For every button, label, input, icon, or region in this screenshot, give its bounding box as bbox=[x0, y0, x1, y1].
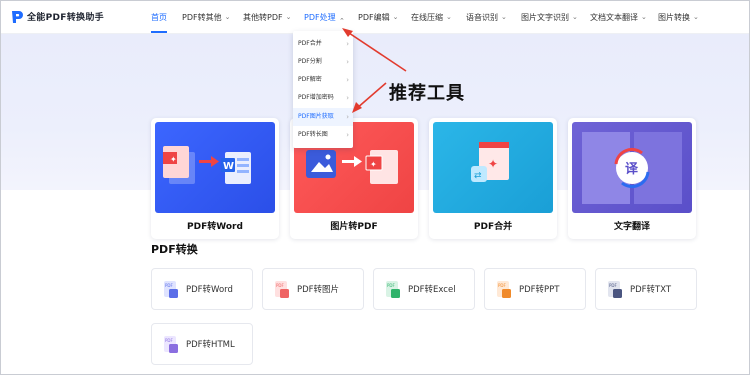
nav-label: 文档文本翻译 bbox=[590, 13, 638, 22]
ppt-file-icon: PDF bbox=[497, 281, 511, 298]
hero-title: 推荐工具 bbox=[389, 83, 465, 104]
text-translate-illustration: 译 bbox=[572, 122, 692, 213]
html-file-icon: PDF bbox=[164, 336, 178, 353]
chevron-right-icon: › bbox=[346, 113, 349, 121]
pdf-merge-illustration: ✦ ⇄ bbox=[433, 122, 553, 213]
nav-image-convert[interactable]: 图片转换 ⌄ bbox=[658, 12, 699, 23]
tool-pdf-to-excel[interactable]: PDF PDF转Excel bbox=[373, 268, 475, 310]
tool-label: PDF转Word bbox=[186, 285, 233, 295]
menu-item-label: PDF图片获取 bbox=[298, 113, 334, 120]
chevron-down-icon: ⌄ bbox=[641, 13, 647, 21]
menu-item-label: PDF合并 bbox=[298, 40, 322, 47]
active-tab-indicator bbox=[151, 31, 167, 33]
nav-online-compress[interactable]: 在线压缩 ⌄ bbox=[411, 12, 452, 23]
txt-file-icon: PDF bbox=[608, 281, 622, 298]
top-navigation-bar: 全能PDF转换助手 首页 PDF转其他 ⌄ 其他转PDF ⌄ PDF处理 ⌄ PDF编… bbox=[1, 1, 749, 34]
chevron-right-icon: › bbox=[346, 58, 349, 66]
card-pdf-to-word[interactable]: ✦ W PDF转Word bbox=[151, 118, 279, 239]
nav-image-ocr[interactable]: 图片文字识别 ⌄ bbox=[521, 12, 578, 23]
svg-text:PDF: PDF bbox=[387, 283, 395, 288]
card-label: 图片转PDF bbox=[330, 222, 378, 232]
nav-pdf-to-other[interactable]: PDF转其他 ⌄ bbox=[182, 12, 230, 23]
chevron-down-icon: ⌄ bbox=[501, 13, 507, 21]
svg-text:PDF: PDF bbox=[165, 283, 173, 288]
tool-label: PDF转TXT bbox=[630, 285, 672, 295]
nav-label: 图片转换 bbox=[658, 13, 690, 22]
logo-icon[interactable] bbox=[10, 10, 24, 24]
section-title: PDF转换 bbox=[151, 243, 198, 256]
menu-item-pdf-extract-images[interactable]: PDF图片获取 › bbox=[293, 108, 353, 126]
chevron-down-icon: ⌄ bbox=[224, 13, 231, 21]
chevron-right-icon: › bbox=[346, 76, 349, 84]
tool-pdf-to-image[interactable]: PDF PDF转图片 bbox=[262, 268, 364, 310]
chevron-right-icon: › bbox=[346, 40, 349, 48]
image-file-icon: PDF bbox=[275, 281, 289, 298]
nav-pdf-edit[interactable]: PDF编辑 ⌄ bbox=[358, 12, 398, 23]
app-window: 全能PDF转换助手 首页 PDF转其他 ⌄ 其他转PDF ⌄ PDF处理 ⌄ PDF编… bbox=[0, 0, 750, 375]
nav-label: 其他转PDF bbox=[243, 13, 283, 22]
menu-item-pdf-to-long-image[interactable]: PDF转长图 › bbox=[293, 126, 353, 144]
tool-label: PDF转图片 bbox=[297, 285, 340, 295]
chevron-down-icon: ⌄ bbox=[693, 13, 699, 21]
tool-label: PDF转PPT bbox=[519, 285, 560, 295]
translate-glyph: 译 bbox=[625, 162, 639, 177]
svg-text:✦: ✦ bbox=[488, 157, 498, 171]
nav-label: 首页 bbox=[151, 13, 167, 22]
menu-item-label: PDF增加密码 bbox=[298, 94, 334, 101]
svg-text:⇄: ⇄ bbox=[474, 171, 482, 181]
svg-text:PDF: PDF bbox=[276, 283, 284, 288]
card-label: 文字翻译 bbox=[613, 222, 650, 232]
nav-pdf-processing[interactable]: PDF处理 ⌄ bbox=[304, 12, 345, 24]
menu-item-pdf-decrypt[interactable]: PDF解密 › bbox=[293, 71, 353, 89]
svg-text:✦: ✦ bbox=[370, 160, 377, 169]
tool-pdf-to-word[interactable]: PDF PDF转Word bbox=[151, 268, 253, 310]
menu-item-pdf-merge[interactable]: PDF合并 › bbox=[293, 35, 353, 53]
chevron-down-icon: ⌄ bbox=[392, 13, 399, 21]
chevron-down-icon: ⌄ bbox=[285, 13, 292, 21]
svg-text:PDF: PDF bbox=[498, 283, 506, 288]
svg-text:W: W bbox=[223, 161, 234, 172]
nav-label: PDF编辑 bbox=[358, 13, 390, 22]
card-pdf-merge[interactable]: ✦ ⇄ PDF合并 bbox=[429, 118, 557, 239]
nav-label: 在线压缩 bbox=[411, 13, 443, 22]
card-label: PDF合并 bbox=[473, 222, 513, 232]
card-text-translate[interactable]: 译 文字翻译 bbox=[568, 118, 696, 239]
brand-name[interactable]: 全能PDF转换助手 bbox=[27, 10, 104, 23]
tool-pdf-to-ppt[interactable]: PDF PDF转PPT bbox=[484, 268, 586, 310]
chevron-right-icon: › bbox=[346, 94, 349, 102]
tool-label: PDF转Excel bbox=[408, 285, 456, 295]
tool-label: PDF转HTML bbox=[186, 340, 235, 350]
nav-other-to-pdf[interactable]: 其他转PDF ⌄ bbox=[243, 12, 291, 23]
nav-label: 图片文字识别 bbox=[521, 13, 569, 22]
menu-item-pdf-split[interactable]: PDF分割 › bbox=[293, 53, 353, 71]
chevron-down-icon: ⌄ bbox=[446, 13, 452, 21]
word-file-icon: PDF bbox=[164, 281, 178, 298]
menu-item-label: PDF转长图 bbox=[298, 131, 328, 138]
nav-home[interactable]: 首页 bbox=[151, 12, 167, 23]
menu-item-label: PDF解密 bbox=[298, 76, 322, 83]
tool-pdf-to-html[interactable]: PDF PDF转HTML bbox=[151, 323, 253, 365]
pdf-to-word-illustration: ✦ W bbox=[155, 122, 275, 213]
chevron-right-icon: › bbox=[346, 131, 349, 139]
nav-label: PDF处理 bbox=[304, 13, 336, 22]
menu-item-pdf-add-password[interactable]: PDF增加密码 › bbox=[293, 89, 353, 107]
tool-pdf-to-txt[interactable]: PDF PDF转TXT bbox=[595, 268, 697, 310]
card-label: PDF转Word bbox=[187, 222, 243, 232]
menu-item-label: PDF分割 bbox=[298, 58, 322, 65]
chevron-up-icon: ⌄ bbox=[338, 16, 345, 24]
chevron-down-icon: ⌄ bbox=[572, 13, 578, 21]
nav-speech-recognition[interactable]: 语音识别 ⌄ bbox=[466, 12, 507, 23]
svg-text:✦: ✦ bbox=[170, 155, 177, 164]
svg-text:PDF: PDF bbox=[609, 283, 617, 288]
excel-file-icon: PDF bbox=[386, 281, 400, 298]
pdf-processing-menu: PDF合并 › PDF分割 › PDF解密 › PDF增加密码 › PDF图片获取 › P… bbox=[293, 31, 353, 148]
svg-text:PDF: PDF bbox=[165, 338, 173, 343]
nav-label: 语音识别 bbox=[466, 13, 498, 22]
nav-doc-translate[interactable]: 文档文本翻译 ⌄ bbox=[590, 12, 647, 23]
nav-label: PDF转其他 bbox=[182, 13, 222, 22]
